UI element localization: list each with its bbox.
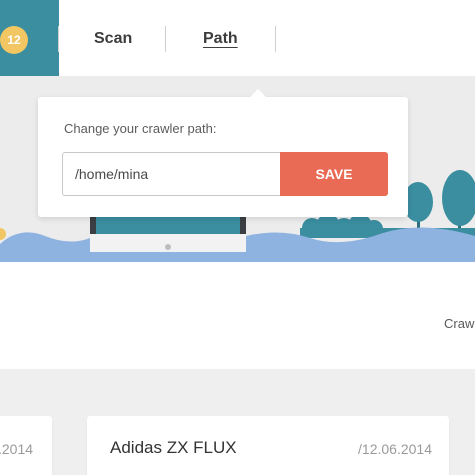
product-card[interactable]: .2014 [0,416,52,475]
nav-divider [165,26,166,52]
top-nav: 12 Scan Path [0,0,475,76]
cards-area: .2014 Adidas ZX FLUX /12.06.2014 [0,369,475,475]
crawler-path-popover: Change your crawler path: SAVE [38,89,408,217]
crawler-path-label: Change your crawler path: [64,121,217,136]
card-title: Adidas ZX FLUX [110,438,237,457]
nav-divider [58,26,59,52]
product-card[interactable]: Adidas ZX FLUX /12.06.2014 [87,416,449,475]
popover-arrow [250,89,266,97]
brand-block: 12 [0,0,59,76]
notification-badge[interactable]: 12 [0,26,28,54]
nav-tab-scan[interactable]: Scan [94,30,132,48]
nav-divider [275,26,276,52]
crawl-heading: Craw [444,316,475,331]
crawler-path-input[interactable] [62,152,280,196]
nav-tab-path[interactable]: Path [203,30,238,48]
card-date: /12.06.2014 [358,441,432,457]
card-date: .2014 [0,441,34,457]
save-button[interactable]: SAVE [280,152,388,196]
